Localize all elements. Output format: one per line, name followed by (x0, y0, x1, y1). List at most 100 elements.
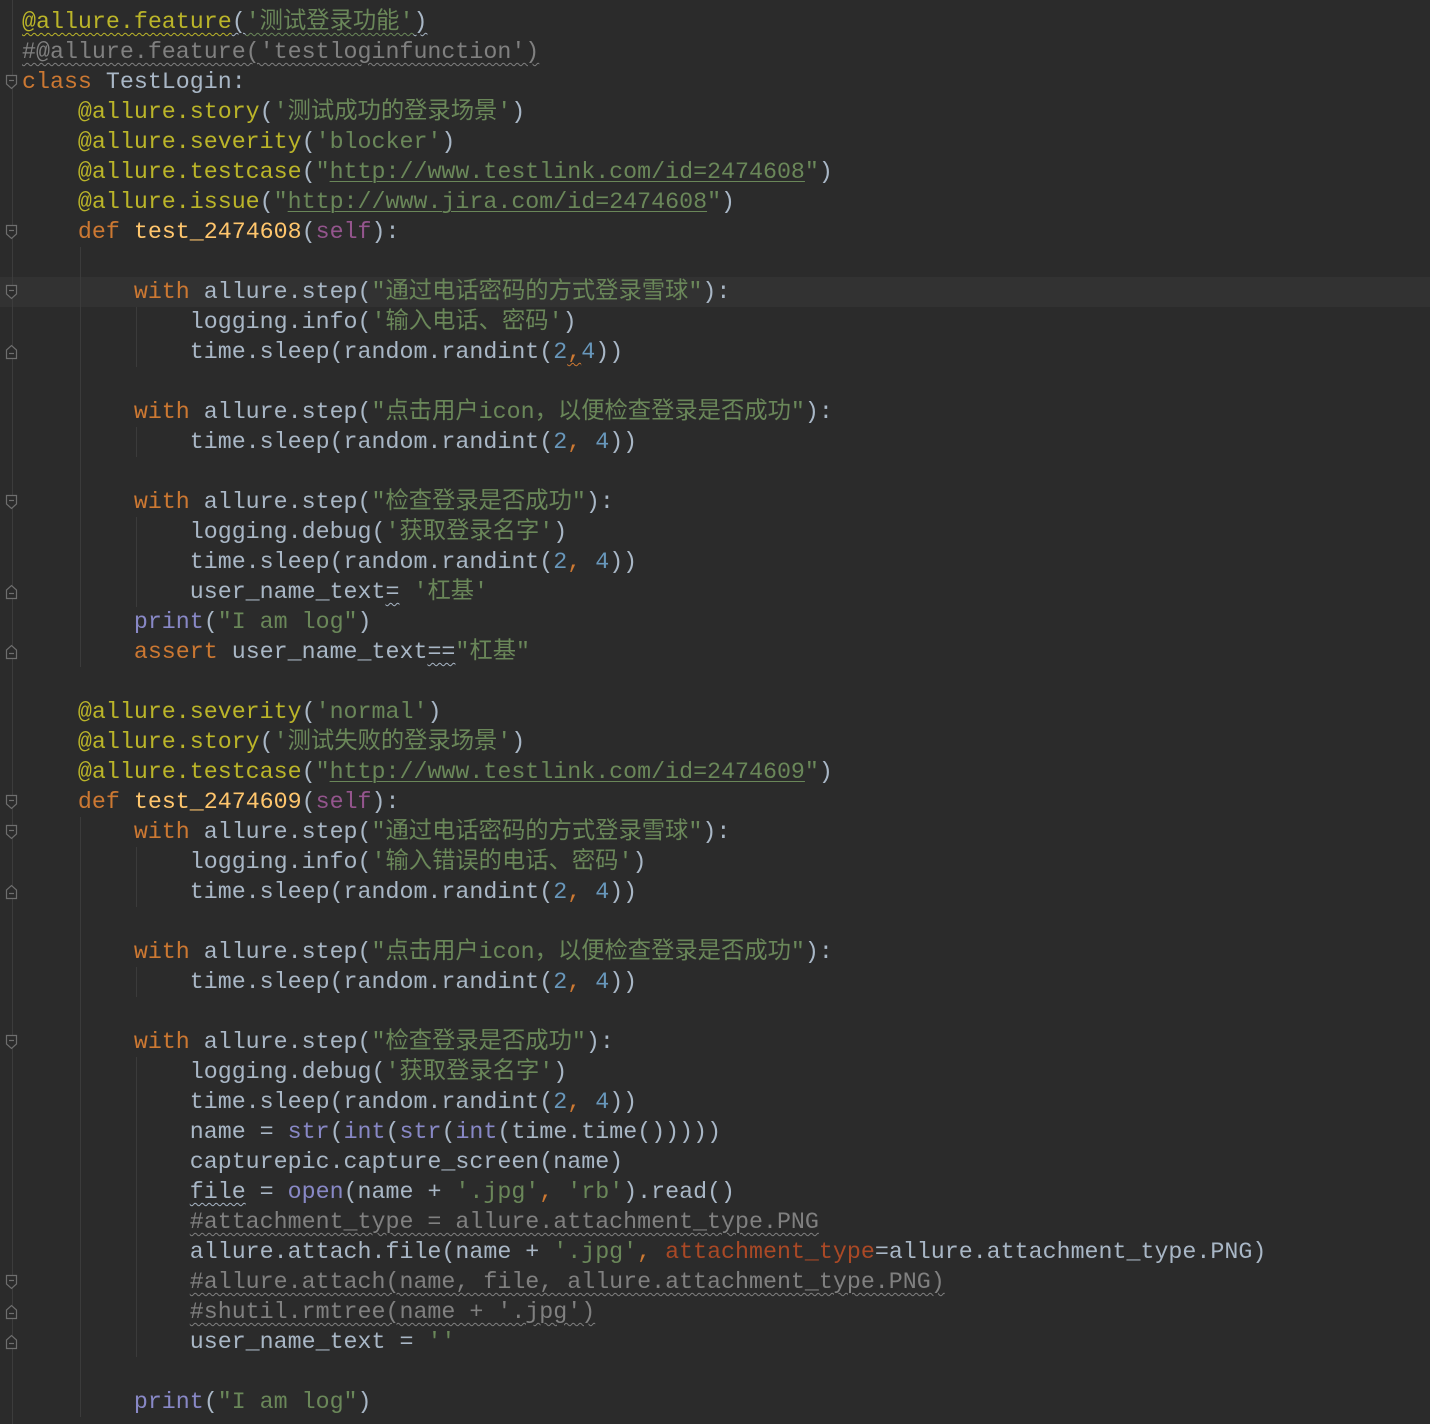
self-token: self (315, 219, 372, 245)
string-token: " (804, 159, 819, 185)
fold-open-icon[interactable] (4, 824, 19, 840)
string-token: "检查登录是否成功" (371, 489, 586, 515)
text-token: allure.step( (189, 819, 372, 845)
code-line-text: #shutil.rmtree(name + '.jpg') (22, 1297, 595, 1327)
code-line[interactable]: @allure.testcase("http://www.testlink.co… (0, 157, 1430, 187)
param-token: attachment_type (665, 1239, 875, 1265)
text-token: ) (511, 729, 526, 755)
text-token: time.sleep(random.randint( (22, 969, 554, 995)
text-token: ( (301, 759, 316, 785)
code-line[interactable]: print("I am log") (0, 607, 1430, 637)
text-token: ) (721, 189, 736, 215)
code-line[interactable]: user_name_text = '' (0, 1327, 1430, 1357)
code-line[interactable]: name = str(int(str(int(time.time())))) (0, 1117, 1430, 1147)
comment-token: #@allure.feature('testloginfunction') (22, 39, 540, 65)
self-token: self (315, 789, 372, 815)
number-token: 2 (553, 549, 568, 575)
code-line[interactable]: with allure.step("通过电话密码的方式登录雪球"): (0, 817, 1430, 847)
code-line[interactable]: def test_2474608(self): (0, 217, 1430, 247)
code-line[interactable]: time.sleep(random.randint(2, 4)) (0, 547, 1430, 577)
code-line[interactable]: @allure.testcase("http://www.testlink.co… (0, 757, 1430, 787)
code-line[interactable]: #allure.attach(name, file, allure.attach… (0, 1267, 1430, 1297)
code-line[interactable]: @allure.story('测试成功的登录场景') (0, 97, 1430, 127)
code-line[interactable]: print("I am log") (0, 1387, 1430, 1417)
fold-close-icon[interactable] (4, 1304, 19, 1320)
code-line[interactable]: assert user_name_text=="杠基" (0, 637, 1430, 667)
code-line[interactable]: user_name_text= '杠基' (0, 577, 1430, 607)
fold-open-icon[interactable] (4, 794, 19, 810)
code-line[interactable]: #attachment_type = allure.attachment_typ… (0, 1207, 1430, 1237)
text-token: logging.debug( (22, 1059, 386, 1085)
code-line[interactable] (0, 997, 1430, 1027)
code-line[interactable]: class TestLogin: (0, 67, 1430, 97)
text-token: ) (562, 309, 577, 335)
text-token: )) (595, 339, 624, 365)
code-line[interactable] (0, 667, 1430, 697)
current-code-line[interactable]: with allure.step("通过电话密码的方式登录雪球"): (0, 277, 1430, 307)
function-token: test_2474608 (133, 219, 302, 245)
code-line[interactable]: #@allure.feature('testloginfunction') (0, 37, 1430, 67)
code-line[interactable]: allure.attach.file(name + '.jpg', attach… (0, 1237, 1430, 1267)
code-line[interactable]: with allure.step("点击用户icon，以便检查登录是否成功"): (0, 397, 1430, 427)
code-lines[interactable]: @allure.feature('测试登录功能') #@allure.featur… (0, 0, 1430, 1424)
code-line[interactable]: with allure.step("检查登录是否成功"): (0, 487, 1430, 517)
fold-open-icon[interactable] (4, 284, 19, 300)
string-token: " (273, 189, 288, 215)
code-line[interactable]: file = open(name + '.jpg', 'rb').read() (0, 1177, 1430, 1207)
code-line[interactable]: @allure.feature('测试登录功能') (0, 7, 1430, 37)
fold-open-icon[interactable] (4, 224, 19, 240)
code-line-text: with allure.step("通过电话密码的方式登录雪球"): (22, 817, 730, 847)
code-line-text: time.sleep(random.randint(2, 4)) (22, 547, 637, 577)
code-line[interactable]: @allure.severity('blocker') (0, 127, 1430, 157)
text-token: time.sleep(random.randint( (22, 879, 554, 905)
comment-token: #allure.attach(name, file, allure.attach… (189, 1269, 945, 1295)
code-line[interactable]: logging.debug('获取登录名字') (0, 517, 1430, 547)
code-line[interactable]: @allure.story('测试失败的登录场景') (0, 727, 1430, 757)
code-line-text: @allure.testcase("http://www.testlink.co… (22, 757, 833, 787)
code-line[interactable] (0, 907, 1430, 937)
text-token: ) (357, 1389, 372, 1415)
string-token: " (804, 759, 819, 785)
builtin-token: print (133, 609, 204, 635)
fold-close-icon[interactable] (4, 584, 19, 600)
string-token: " (315, 159, 330, 185)
code-line[interactable] (0, 247, 1430, 277)
fold-open-icon[interactable] (4, 494, 19, 510)
code-line-text: time.sleep(random.randint(2,4)) (22, 337, 623, 367)
code-line[interactable] (0, 1357, 1430, 1387)
code-line[interactable]: time.sleep(random.randint(2, 4)) (0, 427, 1430, 457)
code-line-text: user_name_text= '杠基' (22, 577, 488, 607)
text-token: ): (804, 939, 833, 965)
code-line[interactable]: @allure.severity('normal') (0, 697, 1430, 727)
code-line[interactable]: logging.info('输入错误的电话、密码') (0, 847, 1430, 877)
fold-open-icon[interactable] (4, 1034, 19, 1050)
text-token: ( (301, 789, 316, 815)
code-editor[interactable]: @allure.feature('测试登录功能') #@allure.featur… (0, 0, 1430, 1424)
text-token: ): (804, 399, 833, 425)
code-line[interactable]: def test_2474609(self): (0, 787, 1430, 817)
fold-close-icon[interactable] (4, 884, 19, 900)
code-line[interactable]: time.sleep(random.randint(2, 4)) (0, 877, 1430, 907)
fold-close-icon[interactable] (4, 1334, 19, 1350)
text-token: ( (259, 99, 274, 125)
text-token: logging.info( (22, 309, 372, 335)
code-line-text: name = str(int(str(int(time.time())))) (22, 1117, 721, 1147)
code-line[interactable] (0, 457, 1430, 487)
code-line[interactable]: @allure.issue("http://www.jira.com/id=24… (0, 187, 1430, 217)
code-line[interactable]: #shutil.rmtree(name + '.jpg') (0, 1297, 1430, 1327)
fold-open-icon[interactable] (4, 74, 19, 90)
code-line[interactable]: logging.debug('获取登录名字') (0, 1057, 1430, 1087)
code-line[interactable] (0, 367, 1430, 397)
fold-close-icon[interactable] (4, 644, 19, 660)
fold-close-icon[interactable] (4, 344, 19, 360)
code-line[interactable]: logging.info('输入电话、密码') (0, 307, 1430, 337)
code-line[interactable]: time.sleep(random.randint(2, 4)) (0, 1087, 1430, 1117)
string-token: " (315, 759, 330, 785)
text-token: name = (22, 1119, 288, 1145)
code-line[interactable]: with allure.step("检查登录是否成功"): (0, 1027, 1430, 1057)
code-line[interactable]: time.sleep(random.randint(2, 4)) (0, 967, 1430, 997)
code-line[interactable]: time.sleep(random.randint(2,4)) (0, 337, 1430, 367)
fold-open-icon[interactable] (4, 1274, 19, 1290)
code-line[interactable]: with allure.step("点击用户icon，以便检查登录是否成功"): (0, 937, 1430, 967)
code-line[interactable]: capturepic.capture_screen(name) (0, 1147, 1430, 1177)
